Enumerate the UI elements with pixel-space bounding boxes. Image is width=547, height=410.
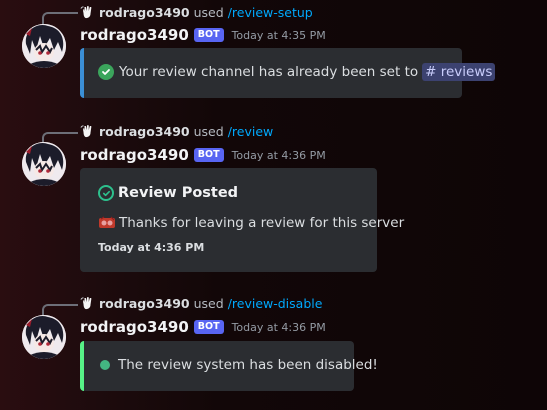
reply-context[interactable]: rodrago3490 used /review	[80, 122, 273, 140]
reply-username[interactable]: rodrago3490	[99, 296, 190, 311]
message-header: rodrago3490 BOT Today at 4:36 PM	[80, 317, 326, 337]
embed: The review system has been disabled!	[80, 341, 378, 391]
timestamp[interactable]: Today at 4:35 PM	[232, 29, 326, 42]
reply-username[interactable]: rodrago3490	[99, 124, 190, 139]
waving-hand-icon	[80, 125, 92, 138]
reply-verb: used	[193, 295, 224, 311]
bot-tag: BOT	[193, 148, 224, 162]
bot-tag: BOT	[193, 320, 224, 334]
reply-command-link[interactable]: /review-disable	[228, 296, 323, 311]
reply-context[interactable]: rodrago3490 used /review-disable	[80, 294, 322, 312]
author-username[interactable]: rodrago3490	[80, 26, 189, 44]
reply-command-link[interactable]: /review-setup	[228, 5, 313, 20]
embed-text: The review system has been disabled!	[118, 357, 378, 373]
outline-check-circle-icon	[98, 185, 114, 201]
embed-footer: Today at 4:36 PM	[98, 241, 205, 254]
check-circle-icon	[98, 64, 114, 80]
embed-text: Thanks for leaving a review for this ser…	[119, 215, 405, 231]
timestamp[interactable]: Today at 4:36 PM	[232, 321, 326, 334]
bot-tag: BOT	[193, 28, 224, 42]
avatar[interactable]	[22, 142, 66, 186]
channel-mention[interactable]: # reviews	[422, 63, 496, 81]
avatar-image	[22, 24, 66, 68]
message-header: rodrago3490 BOT Today at 4:36 PM	[80, 145, 326, 165]
reply-verb: used	[193, 4, 224, 20]
embed-title: Review Posted	[98, 185, 238, 201]
green-circle-icon	[100, 360, 110, 370]
avatar[interactable]	[22, 24, 66, 68]
avatar-image	[22, 142, 66, 186]
embed-description: Your review channel has already been set…	[98, 63, 496, 81]
embed: Your review channel has already been set…	[80, 48, 496, 98]
review-sticker-icon	[99, 216, 115, 228]
waving-hand-icon	[80, 6, 92, 19]
avatar[interactable]	[22, 315, 66, 359]
embed: Review Posted Thanks for leaving a revie…	[80, 168, 404, 272]
embed-title-text: Review Posted	[118, 185, 239, 201]
avatar-image	[22, 315, 66, 359]
author-username[interactable]: rodrago3490	[80, 146, 189, 164]
author-username[interactable]: rodrago3490	[80, 318, 189, 336]
message-header: rodrago3490 BOT Today at 4:35 PM	[80, 25, 326, 45]
reply-context[interactable]: rodrago3490 used /review-setup	[80, 3, 313, 21]
reply-command-link[interactable]: /review	[228, 124, 274, 139]
embed-description: Thanks for leaving a review for this ser…	[98, 215, 404, 231]
reply-username[interactable]: rodrago3490	[99, 5, 190, 20]
timestamp[interactable]: Today at 4:36 PM	[232, 149, 326, 162]
embed-description: The review system has been disabled!	[98, 357, 378, 373]
waving-hand-icon	[80, 297, 92, 310]
embed-text: Your review channel has already been set…	[119, 64, 419, 80]
reply-verb: used	[193, 123, 224, 139]
